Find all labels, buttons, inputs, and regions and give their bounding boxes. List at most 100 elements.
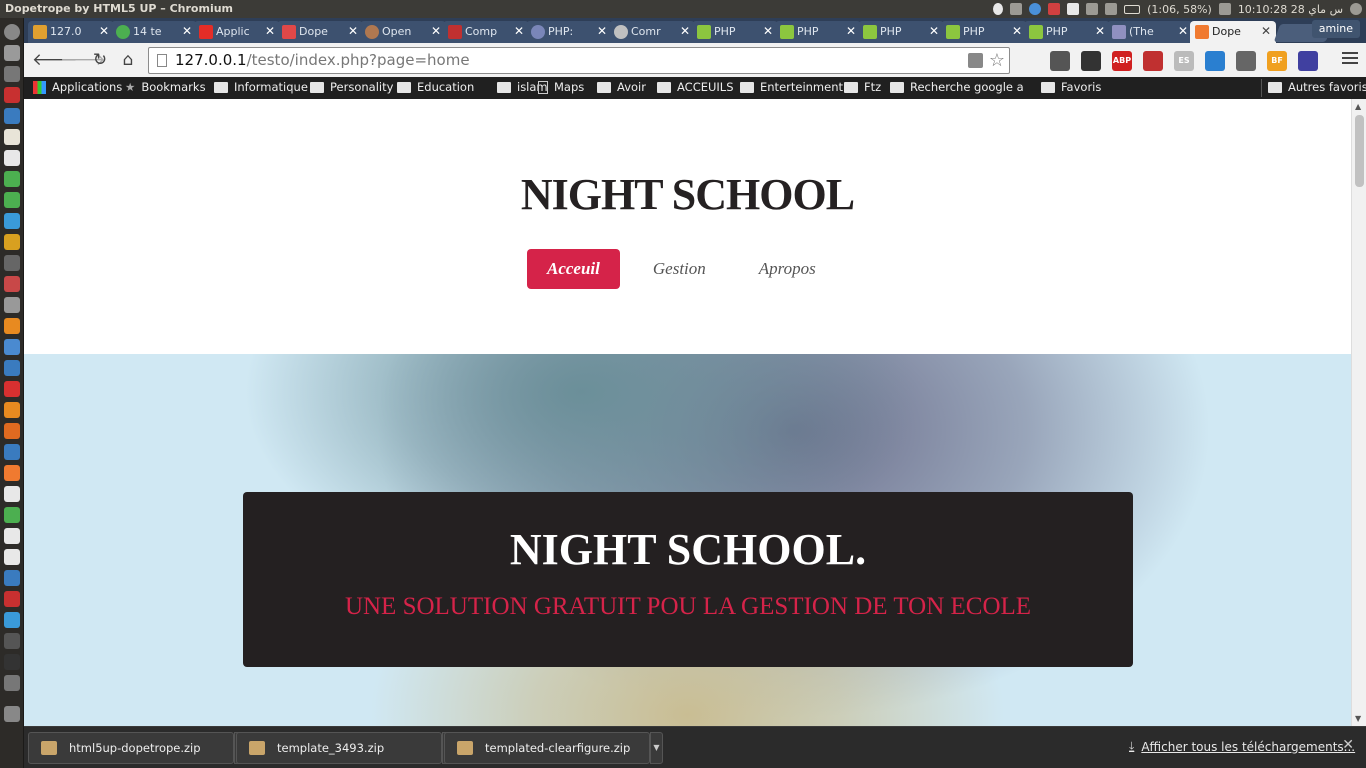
clock[interactable]: 10:10:28 28 س ماي bbox=[1238, 3, 1343, 16]
close-icon[interactable]: ✕ bbox=[1178, 24, 1188, 38]
download-menu-button[interactable]: ▼ bbox=[650, 732, 663, 764]
close-icon[interactable]: ✕ bbox=[348, 24, 358, 38]
nav-item-gestion[interactable]: Gestion bbox=[633, 249, 726, 289]
launcher-app-icon[interactable] bbox=[4, 213, 20, 229]
adblock-icon[interactable]: ABP bbox=[1112, 51, 1132, 71]
close-icon[interactable]: ✕ bbox=[1261, 24, 1271, 38]
bookmark-personality[interactable]: Personality bbox=[310, 80, 393, 94]
volume-icon[interactable] bbox=[1218, 3, 1231, 15]
profile-button[interactable]: amine bbox=[1311, 20, 1360, 38]
launcher-app-icon[interactable] bbox=[4, 486, 20, 502]
bookmark-acceuils[interactable]: ACCEUILS bbox=[657, 80, 734, 94]
close-icon[interactable]: ✕ bbox=[1342, 737, 1354, 753]
bookmark-avoir[interactable]: Avoir bbox=[597, 80, 646, 94]
launcher-app-icon[interactable] bbox=[4, 507, 20, 523]
scroll-down-icon[interactable]: ▼ bbox=[1355, 714, 1361, 723]
launcher-app-icon[interactable] bbox=[4, 612, 20, 628]
close-icon[interactable]: ✕ bbox=[265, 24, 275, 38]
browser-tab[interactable]: Comr ✕ bbox=[609, 21, 695, 43]
spy-icon[interactable] bbox=[1081, 51, 1101, 71]
download-item[interactable]: html5up-dopetrope.zip▼ bbox=[28, 732, 247, 764]
network-icon[interactable] bbox=[1086, 3, 1099, 15]
launcher-app-icon[interactable] bbox=[4, 192, 20, 208]
home-button[interactable]: ⌂ bbox=[118, 50, 138, 70]
scroll-up-icon[interactable]: ▲ bbox=[1355, 102, 1361, 111]
browser-tab[interactable]: 14 te ✕ bbox=[111, 21, 197, 43]
bookmark-enterteinment[interactable]: Enterteinment bbox=[740, 80, 843, 94]
keyboard-icon[interactable] bbox=[1067, 3, 1080, 15]
battery-icon[interactable] bbox=[1124, 4, 1141, 14]
download-item[interactable]: template_3493.zip▼ bbox=[236, 732, 455, 764]
nav-item-acceuil[interactable]: Acceuil bbox=[527, 249, 620, 289]
launcher-app-icon[interactable] bbox=[4, 654, 20, 670]
other-bookmarks[interactable]: Autres favoris bbox=[1268, 80, 1366, 94]
show-all-downloads-link[interactable]: ⤓ Afficher tous les téléchargements... bbox=[1129, 739, 1355, 754]
browser-tab-active[interactable]: Dope ✕ bbox=[1190, 21, 1276, 43]
close-icon[interactable]: ✕ bbox=[431, 24, 441, 38]
launcher-app-icon[interactable] bbox=[4, 549, 20, 565]
mcafee-icon[interactable] bbox=[1236, 51, 1256, 71]
launcher-app-icon[interactable] bbox=[4, 171, 20, 187]
launcher-app-icon[interactable] bbox=[4, 129, 20, 145]
browser-tab[interactable]: PHP: ✕ bbox=[526, 21, 612, 43]
launcher-app-icon[interactable] bbox=[4, 423, 20, 439]
browser-tab[interactable]: Applic ✕ bbox=[194, 21, 280, 43]
launcher-app-icon[interactable] bbox=[4, 633, 20, 649]
reload-button[interactable]: ↻ bbox=[90, 50, 110, 70]
launcher-app-icon[interactable] bbox=[4, 444, 20, 460]
bookmark-maps[interactable]: Maps bbox=[538, 80, 584, 94]
launcher-app-icon[interactable] bbox=[4, 276, 20, 292]
close-icon[interactable]: ✕ bbox=[763, 24, 773, 38]
browser-tab[interactable]: 127.0 ✕ bbox=[28, 21, 114, 43]
launcher-app-icon[interactable] bbox=[4, 360, 20, 376]
launcher-app-icon[interactable] bbox=[4, 465, 20, 481]
launcher-app-icon[interactable] bbox=[4, 108, 20, 124]
mail-icon[interactable] bbox=[1105, 3, 1118, 15]
browser-tab[interactable]: PHP ✕ bbox=[692, 21, 778, 43]
bookmark-applications[interactable]: Applications bbox=[33, 80, 122, 94]
bookmark-favoris[interactable]: Favoris bbox=[1041, 80, 1101, 94]
close-icon[interactable]: ✕ bbox=[1095, 24, 1105, 38]
pocket-icon[interactable] bbox=[1143, 51, 1163, 71]
page-scrollbar[interactable]: ▲ ▼ bbox=[1351, 99, 1366, 726]
launcher-app-icon[interactable] bbox=[4, 234, 20, 250]
browser-tab[interactable]: PHP ✕ bbox=[858, 21, 944, 43]
nav-item-apropos[interactable]: Apropos bbox=[739, 249, 836, 289]
evernote-icon[interactable] bbox=[1050, 51, 1070, 71]
launcher-app-icon[interactable] bbox=[4, 381, 20, 397]
launcher-app-icon[interactable] bbox=[4, 402, 20, 418]
launcher-app-icon[interactable] bbox=[4, 87, 20, 103]
browser-tab[interactable]: PHP ✕ bbox=[1024, 21, 1110, 43]
dropbox-icon[interactable] bbox=[1205, 51, 1225, 71]
launcher-app-icon[interactable] bbox=[4, 150, 20, 166]
close-icon[interactable]: ✕ bbox=[846, 24, 856, 38]
close-icon[interactable]: ✕ bbox=[597, 24, 607, 38]
translate-icon[interactable] bbox=[968, 53, 983, 68]
bookmark-ftz[interactable]: Ftz bbox=[844, 80, 881, 94]
trash-icon[interactable] bbox=[4, 706, 20, 722]
dash-icon[interactable] bbox=[4, 24, 20, 40]
launcher-app-icon[interactable] bbox=[4, 570, 20, 586]
warning-icon[interactable] bbox=[1048, 3, 1061, 15]
bookmark-education[interactable]: Education bbox=[397, 80, 474, 94]
bookmark-recherche-google-a-tr[interactable]: Recherche google a tr bbox=[890, 80, 1026, 94]
es-icon[interactable]: ES bbox=[1174, 51, 1194, 71]
menu-icon[interactable] bbox=[1342, 52, 1358, 66]
location-icon[interactable] bbox=[993, 3, 1004, 15]
battery-status[interactable]: (1:06, 58%) bbox=[1147, 3, 1212, 16]
forward-button[interactable]: 🡒 bbox=[60, 50, 106, 70]
launcher-app-icon[interactable] bbox=[4, 339, 20, 355]
address-bar[interactable]: 127.0.0.1/testo/index.php?page=home ☆ bbox=[148, 47, 1010, 74]
download-item[interactable]: templated-clearfigure.zip ▼ bbox=[444, 732, 663, 764]
launcher-app-icon[interactable] bbox=[4, 318, 20, 334]
close-icon[interactable]: ✕ bbox=[514, 24, 524, 38]
browser-tab[interactable]: Comp ✕ bbox=[443, 21, 529, 43]
launcher-app-icon[interactable] bbox=[4, 45, 20, 61]
back-button[interactable]: 🡐 bbox=[32, 50, 78, 70]
close-icon[interactable]: ✕ bbox=[1012, 24, 1022, 38]
launcher-app-icon[interactable] bbox=[4, 675, 20, 691]
bookmark-bookmarks[interactable]: ★ Bookmarks bbox=[125, 80, 206, 94]
browser-tab[interactable]: (The ✕ bbox=[1107, 21, 1193, 43]
chromium-tray-icon[interactable] bbox=[1029, 3, 1042, 15]
launcher-app-icon[interactable] bbox=[4, 528, 20, 544]
